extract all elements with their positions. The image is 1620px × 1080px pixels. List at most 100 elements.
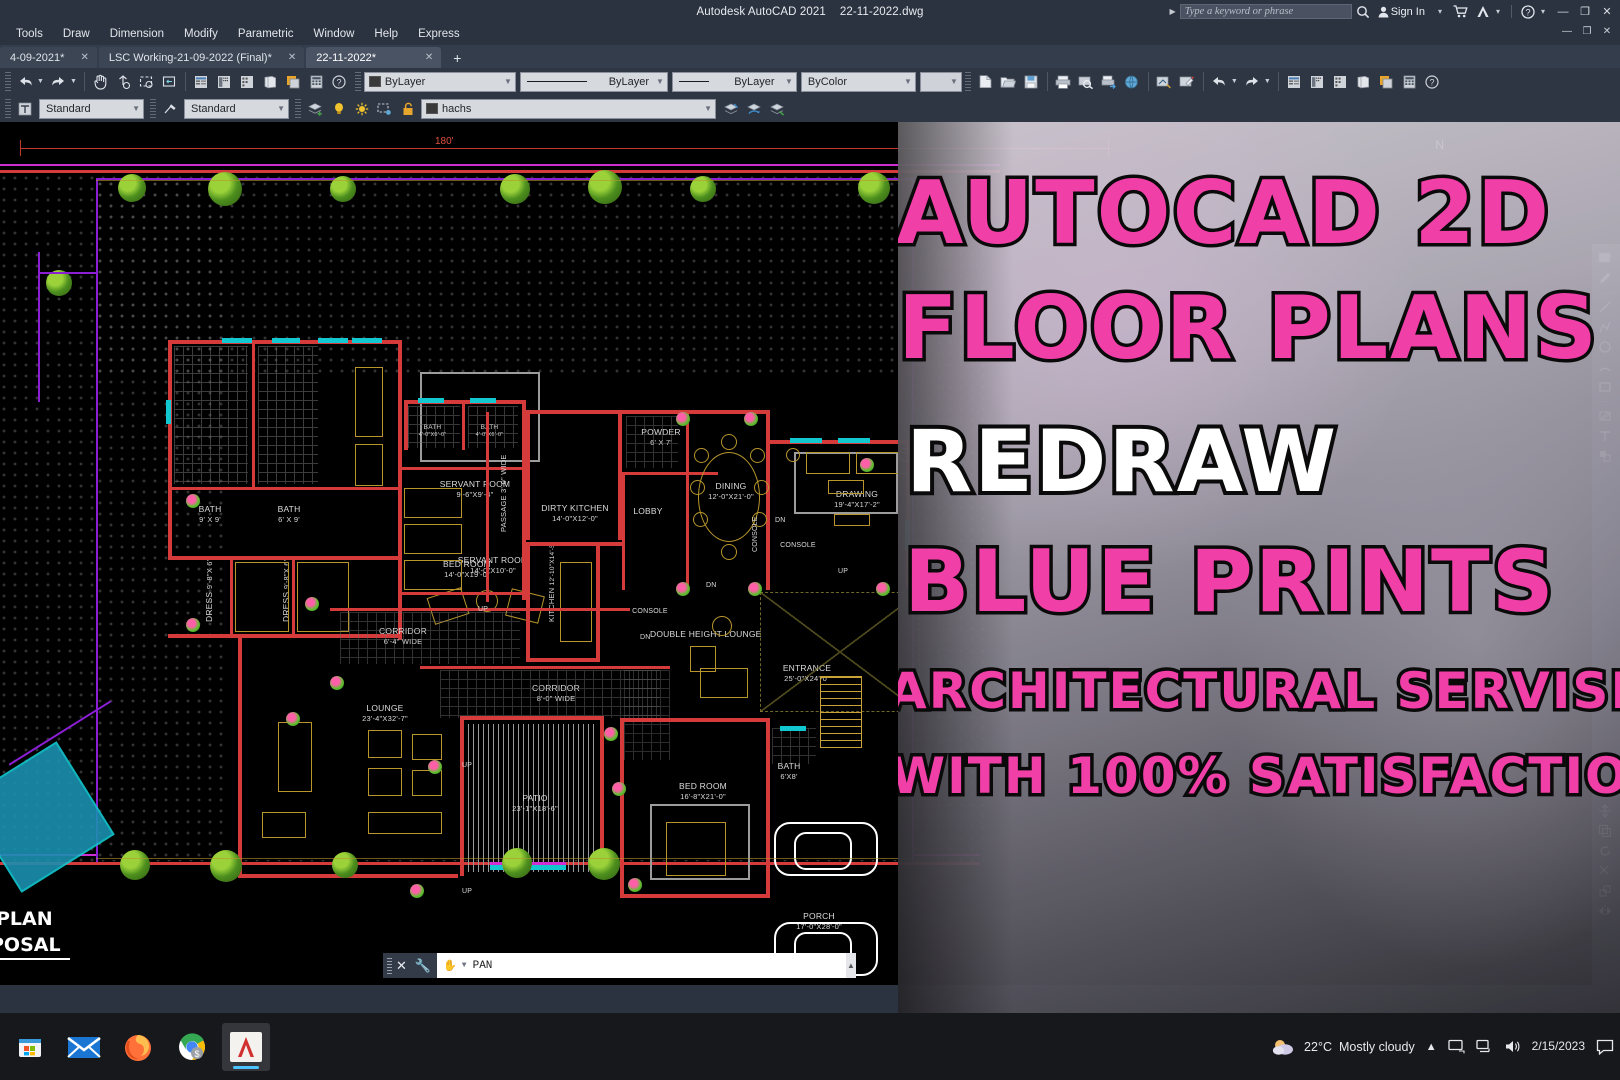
chevron-down-icon[interactable]: ▼ — [277, 104, 285, 113]
menu-item-parametric[interactable]: Parametric — [228, 28, 304, 40]
autodesk-app-dropdown-icon[interactable]: ▾ — [1496, 7, 1500, 16]
menu-item-help[interactable]: Help — [364, 28, 408, 40]
chevron-down-icon[interactable]: ▼ — [462, 961, 467, 970]
chevron-down-icon[interactable]: ▼ — [904, 77, 912, 86]
markup-icon[interactable] — [1375, 71, 1398, 93]
search-icon[interactable] — [1352, 0, 1374, 23]
plot-icon[interactable] — [1052, 71, 1075, 93]
infocenter-search[interactable]: ▶ Type a keyword or phrase — [1170, 4, 1352, 19]
new-tab-button[interactable]: + — [443, 47, 471, 68]
tab-lsc-working[interactable]: LSC Working-21-09-2022 (Final)* ✕ — [98, 47, 305, 68]
chevron-up-icon[interactable]: ▲ — [1426, 1041, 1437, 1053]
zoom-scale-icon[interactable] — [112, 71, 135, 93]
layer-previous-icon[interactable] — [743, 98, 766, 120]
redo-dropdown-icon[interactable]: ▼ — [1264, 78, 1271, 85]
doc-restore-button[interactable]: ❐ — [1578, 26, 1596, 37]
properties-icon[interactable] — [1283, 71, 1306, 93]
wrench-icon[interactable]: 🔧 — [415, 958, 431, 974]
chevron-down-icon[interactable]: ▼ — [704, 104, 712, 113]
redo-dropdown-icon[interactable]: ▼ — [70, 78, 77, 85]
pan-icon[interactable] — [89, 71, 112, 93]
sun-thaw-icon[interactable] — [350, 98, 373, 120]
new-icon[interactable] — [974, 71, 997, 93]
calculator-icon[interactable] — [305, 71, 328, 93]
autodesk-app-icon[interactable] — [1472, 0, 1494, 23]
undo-icon[interactable] — [1208, 71, 1231, 93]
text-style-combo[interactable]: Standard ▼ — [39, 98, 144, 119]
autocad-icon[interactable] — [222, 1022, 270, 1071]
tool-palettes-icon[interactable] — [236, 71, 259, 93]
weather-widget[interactable]: 22°C Mostly cloudy — [1271, 1037, 1415, 1057]
chevron-down-icon[interactable]: ▼ — [504, 77, 512, 86]
lineweight-combo[interactable]: ByLayer ▼ — [671, 71, 797, 92]
help-icon[interactable]: ? — [328, 71, 351, 93]
toolbar-grip-icon[interactable] — [150, 99, 156, 118]
microsoft-store-icon[interactable] — [6, 1023, 54, 1071]
bulb-on-icon[interactable] — [327, 98, 350, 120]
match-layer-icon[interactable] — [766, 98, 789, 120]
expand-arrow-icon[interactable]: ▶ — [1170, 7, 1176, 16]
undo-dropdown-icon[interactable]: ▼ — [37, 78, 44, 85]
toolbar-grip-icon[interactable] — [295, 99, 301, 118]
close-icon[interactable]: ✕ — [80, 52, 88, 63]
publish-icon[interactable] — [1121, 71, 1144, 93]
calculator-icon[interactable] — [1398, 71, 1421, 93]
current-layer-combo[interactable]: hachs ▼ — [421, 98, 716, 119]
sheet-set-icon[interactable] — [259, 71, 282, 93]
firefox-icon[interactable] — [114, 1023, 162, 1071]
menu-item-window[interactable]: Window — [304, 28, 365, 40]
close-icon[interactable]: ✕ — [396, 958, 407, 974]
linetype-combo[interactable]: ByLayer ▼ — [519, 71, 668, 92]
drag-grip-icon[interactable] — [387, 957, 392, 974]
layer-states-icon[interactable] — [282, 71, 305, 93]
toolbar-grip-icon[interactable] — [5, 99, 11, 118]
toolbar-grip-icon[interactable] — [354, 72, 361, 91]
sign-in-label[interactable]: Sign In — [1391, 6, 1425, 18]
help-icon[interactable]: ? — [1421, 71, 1444, 93]
sign-in-dropdown-icon[interactable]: ▾ — [1438, 7, 1442, 16]
toolbar-grip-icon[interactable] — [964, 72, 971, 91]
plot-preview-icon[interactable] — [1075, 71, 1098, 93]
redo-icon[interactable] — [47, 71, 70, 93]
menu-item-draw[interactable]: Draw — [53, 28, 100, 40]
menu-item-express[interactable]: Express — [408, 28, 470, 40]
restore-button[interactable]: ❐ — [1574, 5, 1596, 18]
freeze-viewport-icon[interactable] — [373, 98, 396, 120]
command-bar[interactable]: ✕ 🔧 ✋ ▼ PAN ▲ — [383, 953, 856, 978]
designcenter-icon[interactable] — [1306, 71, 1329, 93]
chevron-down-icon[interactable]: ▼ — [656, 77, 664, 86]
tab-22-11-2022[interactable]: 22-11-2022* ✕ — [306, 47, 442, 68]
undo-dropdown-icon[interactable]: ▼ — [1231, 78, 1238, 85]
help-dropdown-icon[interactable]: ▾ — [1541, 7, 1545, 16]
save-icon[interactable] — [1020, 71, 1043, 93]
dim-style-icon[interactable] — [159, 98, 182, 120]
layer-properties-icon[interactable] — [304, 98, 327, 120]
sheet-set-icon[interactable] — [1352, 71, 1375, 93]
search-input[interactable]: Type a keyword or phrase — [1179, 4, 1352, 19]
text-style-icon[interactable] — [14, 98, 37, 120]
properties-icon[interactable] — [190, 71, 213, 93]
lock-unlocked-icon[interactable] — [396, 98, 419, 120]
chrome-icon[interactable]: $ — [168, 1023, 216, 1071]
menu-item-dimension[interactable]: Dimension — [100, 28, 174, 40]
tab-4-09-2021[interactable]: 4-09-2021* ✕ — [0, 47, 97, 68]
chevron-down-icon[interactable]: ▼ — [785, 77, 793, 86]
mail-icon[interactable] — [60, 1023, 108, 1071]
dim-style-combo[interactable]: Standard ▼ — [184, 98, 289, 119]
doc-close-button[interactable]: ✕ — [1598, 26, 1616, 37]
menu-item-modify[interactable]: Modify — [174, 28, 228, 40]
close-icon[interactable]: ✕ — [425, 52, 433, 63]
undo-icon[interactable] — [14, 71, 37, 93]
plot-to-file-icon[interactable] — [1098, 71, 1121, 93]
3dorbit-icon[interactable] — [1153, 71, 1176, 93]
cart-icon[interactable] — [1449, 0, 1472, 23]
help-icon[interactable]: ? — [1517, 0, 1539, 23]
plotstyle-combo[interactable]: ByColor ▼ — [800, 71, 916, 92]
redo-icon[interactable] — [1241, 71, 1264, 93]
command-scroll-up-icon[interactable]: ▲ — [846, 953, 856, 978]
sign-in-button[interactable]: Sign In — [1374, 0, 1429, 23]
zoom-window-icon[interactable] — [135, 71, 158, 93]
close-icon[interactable]: ✕ — [288, 52, 296, 63]
menu-item-tools[interactable]: Tools — [6, 28, 53, 40]
make-object-layer-current-icon[interactable] — [720, 98, 743, 120]
